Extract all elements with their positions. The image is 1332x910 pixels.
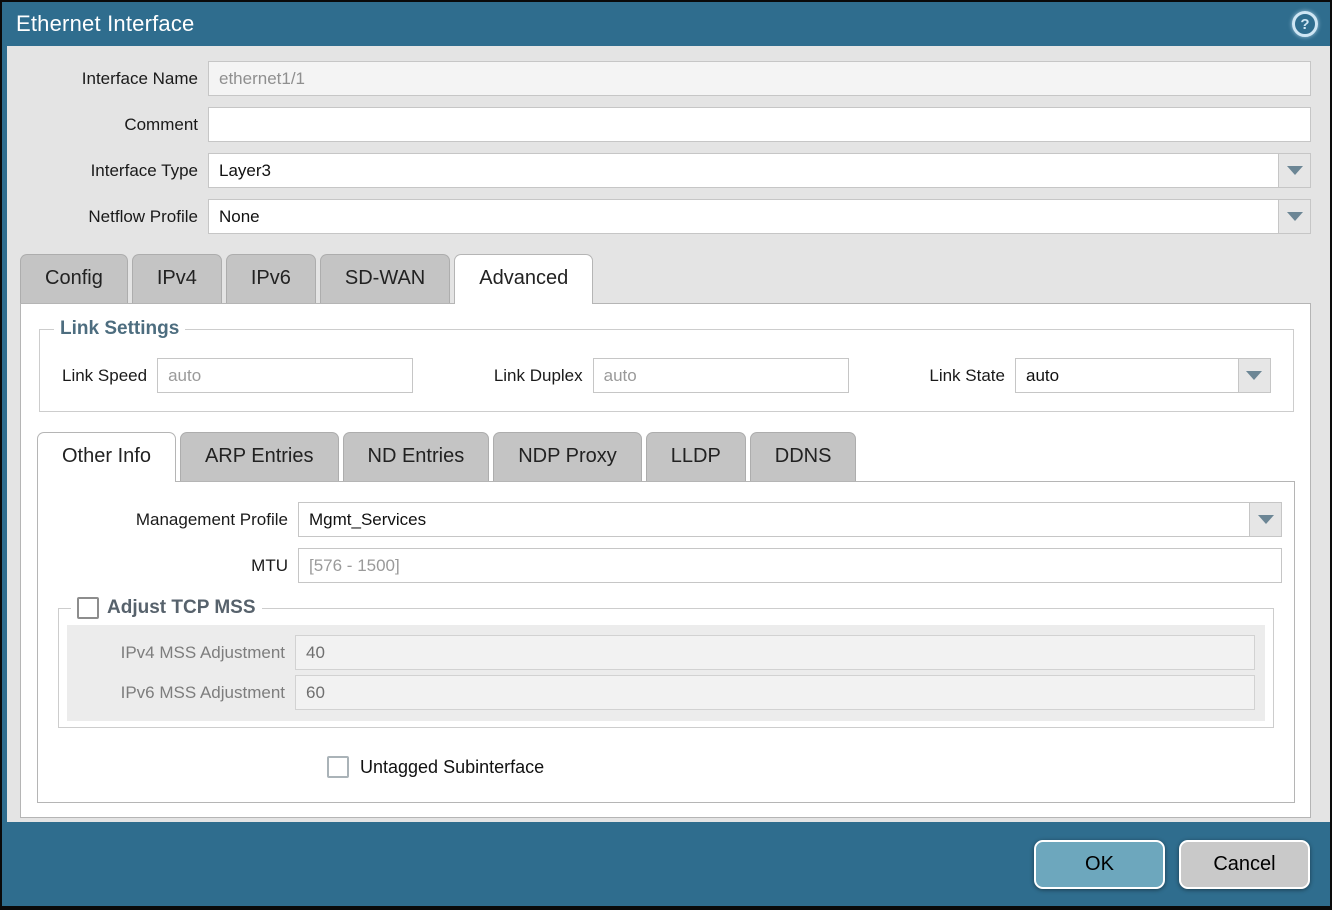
chevron-down-icon <box>1258 515 1274 524</box>
interface-type-dropdown-button[interactable] <box>1278 154 1310 187</box>
mtu-input[interactable] <box>298 548 1282 583</box>
tab-other-info[interactable]: Other Info <box>37 432 176 482</box>
tab-ipv6[interactable]: IPv6 <box>226 254 316 303</box>
link-state-dropdown[interactable]: auto <box>1015 358 1271 393</box>
management-profile-row: Management Profile Mgmt_Services <box>38 502 1282 537</box>
management-profile-dropdown[interactable]: Mgmt_Services <box>298 502 1282 537</box>
chevron-down-icon <box>1246 371 1262 380</box>
tab-nd-entries[interactable]: ND Entries <box>343 432 490 481</box>
tab-sd-wan[interactable]: SD-WAN <box>320 254 450 303</box>
ipv6-mss-input <box>295 675 1255 710</box>
interface-type-label: Interface Type <box>20 161 208 181</box>
comment-row: Comment <box>20 107 1311 142</box>
chevron-down-icon <box>1287 212 1303 221</box>
adjust-tcp-mss-legend-text: Adjust TCP MSS <box>107 597 256 619</box>
netflow-profile-value: None <box>209 207 1278 227</box>
link-state-dropdown-button[interactable] <box>1238 359 1270 392</box>
ipv6-mss-row: IPv6 MSS Adjustment <box>67 675 1265 710</box>
interface-name-input <box>208 61 1311 96</box>
help-icon[interactable]: ? <box>1292 11 1318 37</box>
mtu-row: MTU <box>38 548 1282 583</box>
mtu-label: MTU <box>38 556 298 576</box>
management-profile-value: Mgmt_Services <box>299 510 1249 530</box>
untagged-subinterface-row: Untagged Subinterface <box>327 756 1282 778</box>
link-speed-group: Link Speed <box>62 358 413 393</box>
tab-ddns[interactable]: DDNS <box>750 432 857 481</box>
link-duplex-label: Link Duplex <box>494 366 593 386</box>
other-info-panel: Management Profile Mgmt_Services MTU <box>37 481 1295 803</box>
ipv6-mss-label: IPv6 MSS Adjustment <box>67 683 295 703</box>
netflow-profile-label: Netflow Profile <box>20 207 208 227</box>
interface-type-value: Layer3 <box>209 161 1278 181</box>
tab-arp-entries[interactable]: ARP Entries <box>180 432 339 481</box>
interface-type-row: Interface Type Layer3 <box>20 153 1311 188</box>
link-speed-input[interactable] <box>157 358 413 393</box>
title-bar: Ethernet Interface ? <box>2 2 1330 46</box>
comment-input[interactable] <box>208 107 1311 142</box>
netflow-profile-dropdown-button[interactable] <box>1278 200 1310 233</box>
tab-ndp-proxy[interactable]: NDP Proxy <box>493 432 642 481</box>
link-duplex-input[interactable] <box>593 358 849 393</box>
mss-fields-box: IPv4 MSS Adjustment IPv6 MSS Adjustment <box>67 625 1265 721</box>
advanced-tab-panel: Link Settings Link Speed Link Duplex Lin… <box>20 303 1311 818</box>
adjust-tcp-mss-legend: Adjust TCP MSS <box>71 597 262 619</box>
ipv4-mss-input <box>295 635 1255 670</box>
adjust-tcp-mss-fieldset: Adjust TCP MSS IPv4 MSS Adjustment IPv6 … <box>58 597 1274 728</box>
ethernet-interface-dialog: Ethernet Interface ? Interface Name Comm… <box>0 0 1332 910</box>
tab-config[interactable]: Config <box>20 254 128 303</box>
tab-lldp[interactable]: LLDP <box>646 432 746 481</box>
link-settings-legend: Link Settings <box>54 318 185 340</box>
tab-ipv4[interactable]: IPv4 <box>132 254 222 303</box>
management-profile-label: Management Profile <box>38 510 298 530</box>
interface-type-dropdown[interactable]: Layer3 <box>208 153 1311 188</box>
comment-label: Comment <box>20 115 208 135</box>
chevron-down-icon <box>1287 166 1303 175</box>
netflow-profile-dropdown[interactable]: None <box>208 199 1311 234</box>
tab-advanced[interactable]: Advanced <box>454 254 593 304</box>
link-duplex-group: Link Duplex <box>494 358 849 393</box>
ok-button[interactable]: OK <box>1034 840 1165 889</box>
netflow-profile-row: Netflow Profile None <box>20 199 1311 234</box>
adjust-tcp-mss-checkbox[interactable] <box>77 597 99 619</box>
link-settings-row: Link Speed Link Duplex Link State auto <box>50 358 1283 393</box>
dialog-title: Ethernet Interface <box>16 11 194 37</box>
link-state-label: Link State <box>929 366 1015 386</box>
sub-tabstrip: Other Info ARP Entries ND Entries NDP Pr… <box>37 412 1296 481</box>
interface-name-label: Interface Name <box>20 69 208 89</box>
untagged-subinterface-checkbox[interactable] <box>327 756 349 778</box>
ipv4-mss-label: IPv4 MSS Adjustment <box>67 643 295 663</box>
link-state-group: Link State auto <box>929 358 1271 393</box>
link-settings-fieldset: Link Settings Link Speed Link Duplex Lin… <box>39 318 1294 412</box>
link-speed-label: Link Speed <box>62 366 157 386</box>
management-profile-dropdown-button[interactable] <box>1249 503 1281 536</box>
dialog-body: Interface Name Comment Interface Type La… <box>7 46 1330 822</box>
main-tabstrip: Config IPv4 IPv6 SD-WAN Advanced <box>20 245 1311 303</box>
untagged-subinterface-label: Untagged Subinterface <box>360 757 544 778</box>
dialog-footer: OK Cancel <box>2 822 1330 906</box>
ipv4-mss-row: IPv4 MSS Adjustment <box>67 635 1265 670</box>
link-state-value: auto <box>1016 366 1238 386</box>
cancel-button[interactable]: Cancel <box>1179 840 1310 889</box>
interface-name-row: Interface Name <box>20 61 1311 96</box>
